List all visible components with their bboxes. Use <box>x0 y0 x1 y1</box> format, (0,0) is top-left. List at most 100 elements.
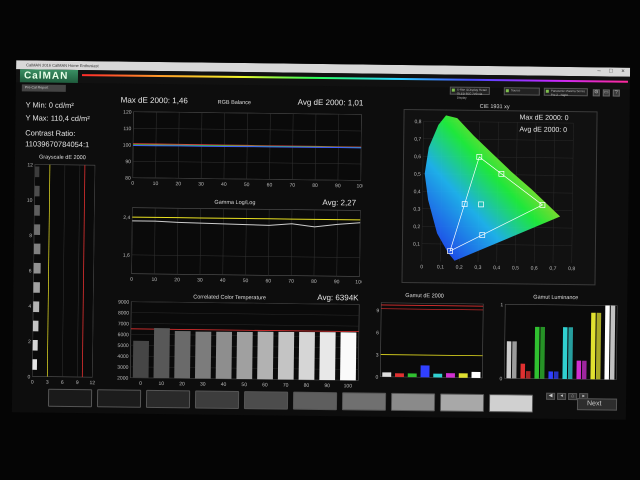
patch-swatch[interactable] <box>341 392 387 411</box>
grayscale-de-bar <box>33 243 41 255</box>
help-icon[interactable]: ? <box>612 89 620 97</box>
x-tick-label: 20 <box>179 381 185 387</box>
gamut-de-chart: 0 3 6 9 <box>376 302 484 381</box>
gamut-luminance-bar <box>609 305 616 380</box>
x-tick-label: 3 <box>46 380 49 386</box>
contrast-label: Contrast Ratio: <box>25 128 76 138</box>
gamut-lum-chart: 01 <box>499 302 618 382</box>
x-tick-label: 70 <box>289 183 295 189</box>
display-dropdown[interactable]: Panasonic Plasma Series Pre 2 - Night <box>543 87 588 98</box>
x-tick-label: 10 <box>159 381 165 387</box>
grayscale-de-bar <box>32 359 38 370</box>
next-label: Next <box>586 400 602 408</box>
gamut-luminance-bar <box>562 327 568 380</box>
window-icon[interactable]: ▭ <box>602 89 610 97</box>
gamut-luminance-bar <box>511 341 517 379</box>
patch-swatch[interactable] <box>488 394 534 413</box>
x-tick-label: 70 <box>288 279 294 285</box>
patch-swatch[interactable] <box>194 390 240 410</box>
rgb-max-de: Max dE 2000: 1,46 <box>120 95 188 106</box>
gamut-luminance-bar <box>548 371 553 379</box>
grayscale-de-bar <box>34 224 41 235</box>
meter-line2: OLED 65C 7V0 via Display <box>456 91 483 100</box>
x-tick-label: 80 <box>311 279 317 285</box>
minimize-button[interactable]: – <box>594 67 604 76</box>
home-icon[interactable]: ⌂ <box>568 393 578 401</box>
cct-bar <box>340 332 357 381</box>
x-tick-label: 0,6 <box>531 266 538 272</box>
x-tick-label: 9 <box>76 380 79 386</box>
x-tick-label: 10 <box>151 277 157 283</box>
gamut-de-bar <box>420 365 430 378</box>
cie-chart: 0 0,1 0,2 0,3 0,4 0,5 0,6 0,7 0,8 0,1 0,2 0,3 0,4 0,5… <box>413 115 575 272</box>
close-button[interactable]: × <box>618 68 628 77</box>
x-tick-label: 0 <box>420 264 423 270</box>
gamut-luminance-bar <box>567 327 574 380</box>
rgb-avg-de: Avg dE 2000: 1,01 <box>297 97 364 108</box>
gamut-de-bar <box>407 373 417 378</box>
display-line2: Pre 2 - Night <box>550 92 568 98</box>
x-tick-label: 30 <box>200 382 206 388</box>
back-icon[interactable]: ◀ <box>546 392 556 400</box>
source-dropdown[interactable]: Source <box>503 87 540 96</box>
patch-swatch[interactable] <box>292 391 338 411</box>
x-tick-label: 0 <box>139 381 142 387</box>
grayscale-de-bar <box>34 166 40 178</box>
settings-icon[interactable]: ⚙ <box>592 89 600 97</box>
maximize-button[interactable]: □ <box>606 67 616 76</box>
patch-swatch[interactable] <box>145 389 191 409</box>
x-tick-label: 0,3 <box>474 265 481 271</box>
contrast-value: 110396707840​54:1 <box>25 139 90 150</box>
rgb-balance-chart: 0 10 20 30 40 50 60 70 80 90 100 80 90 100 110 120 <box>123 110 364 190</box>
y-tick-label: 2000 <box>117 376 128 382</box>
x-tick-label: 0,7 <box>549 266 556 272</box>
x-tick-label: 60 <box>265 278 271 284</box>
plot-area <box>380 302 484 379</box>
patch-swatch[interactable] <box>47 388 93 408</box>
patch-swatch[interactable] <box>390 392 436 412</box>
y-tick-label: 12 <box>27 162 33 168</box>
meter-dropdown[interactable]: X-Rite i1Display Retail OLED 65C 7V0 via… <box>449 86 490 100</box>
y-tick-label: 9 <box>376 308 379 314</box>
gamut-de-bar <box>382 372 392 377</box>
x-tick-label: 80 <box>304 383 310 389</box>
gamut-luminance-bar <box>525 371 531 379</box>
grayscale-de-bar <box>33 301 40 313</box>
cct-bar <box>236 331 253 380</box>
gamma-chart: 0 10 20 30 40 50 60 70 80 90 100 1,6 2,4 <box>123 207 362 286</box>
y-tick-label: 0 <box>376 375 379 381</box>
y-tick-label: 0,8 <box>414 119 421 125</box>
x-tick-label: 30 <box>198 181 204 187</box>
y-tick-label: 90 <box>125 159 131 165</box>
x-tick-label: 30 <box>197 277 203 283</box>
x-tick-label: 90 <box>334 279 340 285</box>
patch-swatch[interactable] <box>439 393 485 413</box>
y-tick-label: 0 <box>499 376 502 382</box>
previous-icon[interactable]: ◂ <box>557 392 567 401</box>
gamut-luminance-bar <box>590 312 596 380</box>
y-tick-label: 6 <box>376 330 379 336</box>
gamut-luminance-bar <box>604 305 610 380</box>
patch-swatch[interactable] <box>96 389 142 408</box>
tab-pre-cal-report[interactable]: Pre-Cal Report <box>21 84 66 92</box>
x-tick-label: 40 <box>221 182 227 188</box>
cct-bar <box>132 340 149 378</box>
x-tick-label: 20 <box>174 277 180 283</box>
x-tick-label: 90 <box>324 383 330 389</box>
y-tick-label: 100 <box>123 143 132 149</box>
connected-icon <box>505 89 509 93</box>
next-button[interactable]: Next <box>576 398 618 411</box>
y-min: Y Min: 0 cd/m² <box>25 100 74 110</box>
x-tick-label: 0 <box>131 181 134 187</box>
x-tick-label: 12 <box>89 380 95 386</box>
y-tick-label: 80 <box>125 176 131 182</box>
cie-avg-de: Avg dE 2000: 0 <box>519 126 568 134</box>
x-tick-label: 6 <box>61 380 64 386</box>
x-tick-label: 0,5 <box>512 265 519 271</box>
y-tick-label: 110 <box>123 126 131 132</box>
patch-swatch[interactable] <box>243 391 289 410</box>
y-tick-label: 0,5 <box>414 172 421 178</box>
cct-bar <box>319 332 336 381</box>
y-tick-label: 4 <box>28 304 31 310</box>
y-tick-label: 120 <box>123 110 132 116</box>
